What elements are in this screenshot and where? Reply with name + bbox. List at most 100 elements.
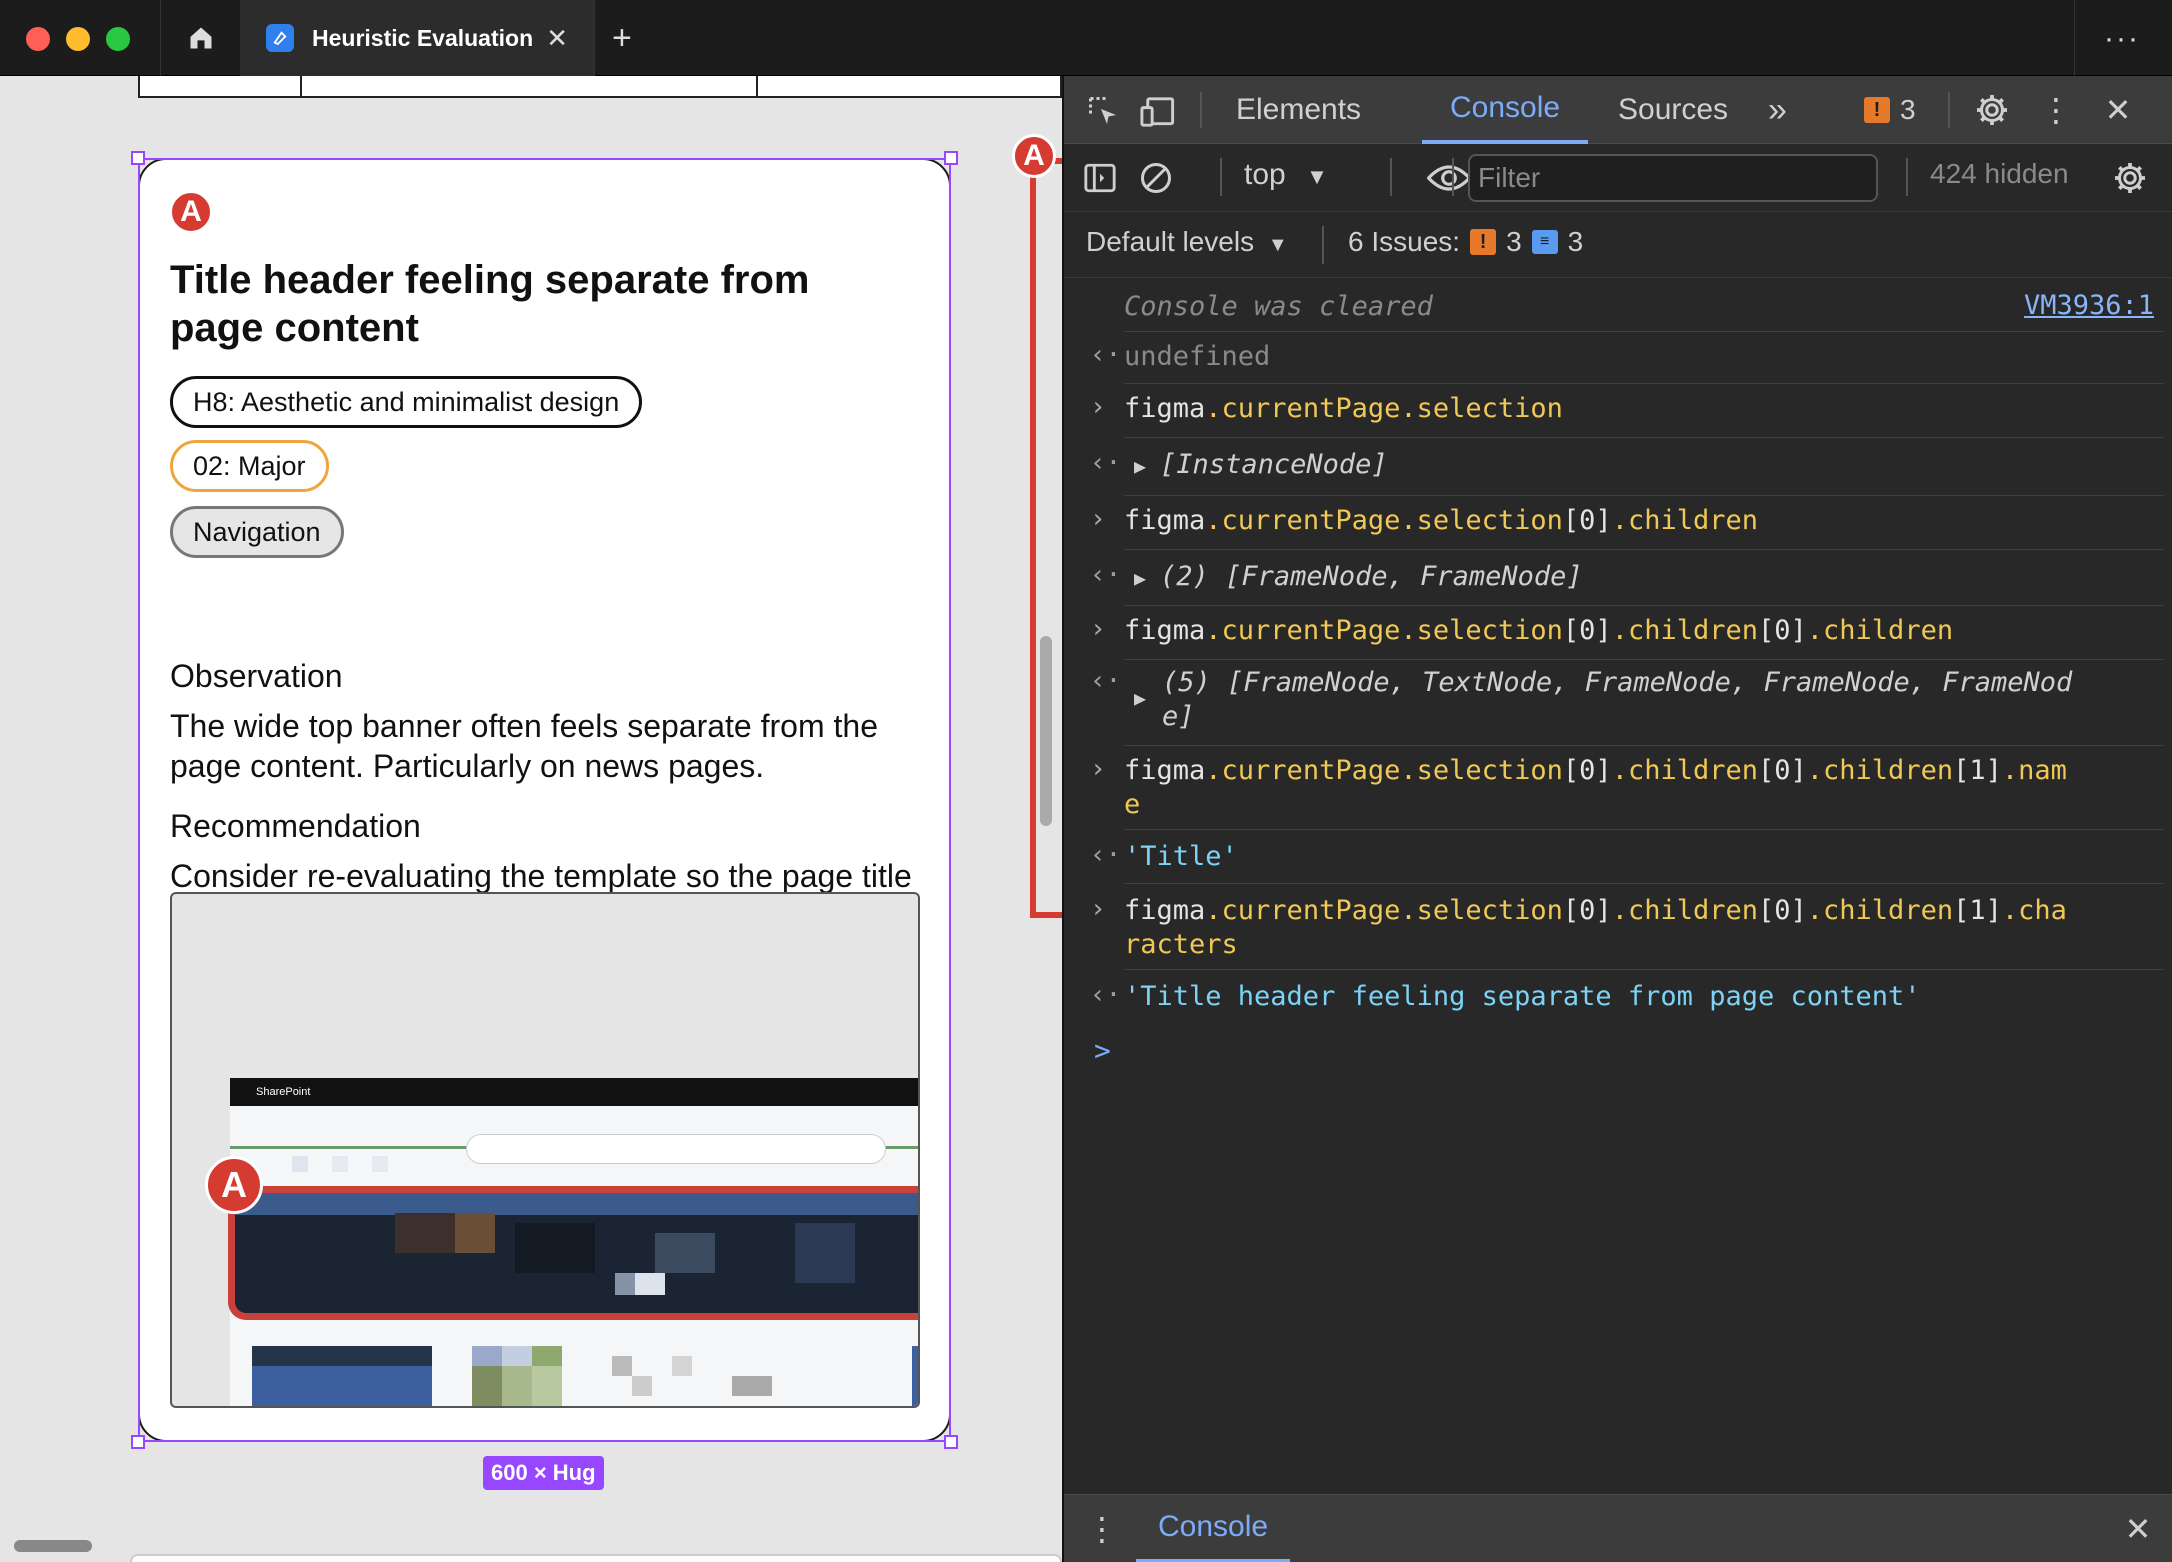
code-token: .children	[1806, 895, 1954, 926]
filter-placeholder: Filter	[1478, 162, 1541, 193]
result-object[interactable]: ▶ (2) [FrameNode, FrameNode]	[1124, 550, 2164, 595]
tab-heuristic-evaluation[interactable]: Heuristic Evaluation ✕	[240, 0, 594, 76]
pixel-block	[472, 1366, 502, 1406]
issue-marker-badge[interactable]: A	[1012, 134, 1056, 178]
issue-badge: A	[169, 190, 213, 234]
pixel-block	[252, 1346, 432, 1366]
divider	[1452, 158, 1454, 196]
command-text-wrap: e	[1124, 789, 1141, 820]
divider	[2074, 0, 2075, 76]
divider	[1948, 92, 1950, 128]
pixel-block	[472, 1346, 502, 1366]
result-arrow-icon: ‹·	[1090, 448, 1122, 478]
issues-counter[interactable]: ! 3	[1864, 94, 1916, 126]
home-button[interactable]	[162, 0, 240, 76]
horizontal-scrollbar[interactable]	[14, 1540, 92, 1552]
code-token: [0]	[1758, 615, 1807, 646]
pixel-block	[502, 1346, 532, 1366]
code-token: [0]	[1758, 755, 1807, 786]
console-command: › figma.currentPage.selection[0].childre…	[1090, 746, 2164, 830]
size-label: 600 × Hug	[483, 1456, 604, 1490]
close-devtools-icon[interactable]: ✕	[2098, 90, 2138, 130]
settings-gear-icon[interactable]	[1972, 90, 2012, 130]
console-prompt[interactable]: >	[1094, 1034, 1111, 1067]
drawer-tab-console[interactable]: Console	[1136, 1495, 1291, 1562]
heuristic-tag: H8: Aesthetic and minimalist design	[170, 376, 643, 428]
close-tab-icon[interactable]: ✕	[546, 23, 568, 54]
code-token: .children	[1611, 505, 1758, 536]
vertical-scrollbar[interactable]	[1040, 636, 1052, 826]
code-token: .children	[1611, 895, 1758, 926]
code-token: [1]	[1953, 895, 2002, 926]
console-cleared-text: Console was cleared	[1124, 291, 1433, 322]
console-result: ‹· 'Title header feeling separate from p…	[1090, 970, 2164, 1026]
command-chevron-icon: ›	[1090, 894, 1106, 924]
close-drawer-icon[interactable]: ✕	[2118, 1509, 2158, 1549]
divider	[756, 76, 758, 98]
pixel-block	[532, 1366, 562, 1406]
sidebar-toggle-icon[interactable]	[1080, 158, 1120, 198]
result-text: 'Title header feeling separate from page…	[1124, 981, 1921, 1012]
device-toolbar-icon[interactable]	[1136, 92, 1180, 132]
tab-sources[interactable]: Sources	[1604, 76, 1742, 144]
console-result[interactable]: ‹· ▶ [InstanceNode]	[1090, 438, 2164, 496]
command-chevron-icon: ›	[1090, 614, 1106, 644]
divider	[300, 76, 302, 98]
result-text: (2) [FrameNode, FrameNode]	[1160, 561, 1583, 592]
close-window-button[interactable]	[26, 27, 50, 51]
resize-handle[interactable]	[131, 1435, 145, 1449]
dropdown-arrow-icon: ▼	[1306, 164, 1328, 189]
code-token: figma	[1124, 615, 1206, 646]
divider	[1220, 158, 1222, 196]
new-tab-button[interactable]: +	[612, 18, 632, 58]
resize-handle[interactable]	[131, 151, 145, 165]
command-text: figma.currentPage.selection[0].children[…	[1124, 606, 2164, 648]
resize-handle[interactable]	[944, 151, 958, 165]
command-text: figma.currentPage.selection[0].children	[1124, 496, 2164, 538]
zoom-window-button[interactable]	[106, 27, 130, 51]
tab-elements[interactable]: Elements	[1222, 76, 1375, 144]
card-title: Title header feeling separate from page …	[170, 258, 810, 350]
resize-handle[interactable]	[944, 1435, 958, 1449]
console-toolbar: top ▼ Filter 424 hidden	[1064, 144, 2172, 212]
expand-triangle-icon[interactable]: ▶	[1134, 454, 1146, 478]
console-settings-gear-icon[interactable]	[2110, 158, 2150, 198]
more-menu-icon[interactable]: ···	[2104, 22, 2140, 56]
console-output[interactable]: Console was cleared VM3936:1 ‹· undefine…	[1064, 278, 2172, 1488]
tab-console[interactable]: Console	[1422, 76, 1589, 144]
code-token: [0]	[1562, 615, 1612, 646]
result-arrow-icon: ‹·	[1090, 666, 1122, 696]
console-levels-bar: Default levels ▼ 6 Issues: ! 3 ≡ 3	[1064, 212, 2172, 278]
code-token: .children	[1806, 755, 1954, 786]
context-selector[interactable]: top ▼	[1244, 158, 1328, 192]
browser-tab-bar: Heuristic Evaluation ✕ + ···	[0, 0, 2172, 76]
expand-triangle-icon[interactable]: ▶	[1134, 566, 1146, 590]
result-object[interactable]: ▶ [InstanceNode]	[1124, 438, 2164, 483]
log-levels-dropdown[interactable]: Default levels ▼	[1086, 226, 1288, 258]
minimize-window-button[interactable]	[66, 27, 90, 51]
result-arrow-icon: ‹·	[1090, 980, 1122, 1010]
code-token: .currentPage.selection	[1205, 505, 1563, 536]
console-result[interactable]: ‹· ▶ (2) [FrameNode, FrameNode]	[1090, 550, 2164, 606]
source-link[interactable]: VM3936:1	[2024, 290, 2154, 321]
drawer-menu-icon[interactable]: ⋮	[1086, 1509, 1118, 1549]
filter-input[interactable]: Filter	[1468, 154, 1878, 202]
pixel-block	[395, 1213, 455, 1253]
dropdown-arrow-icon: ▼	[1267, 234, 1288, 256]
sharepoint-app-name: SharePoint	[256, 1086, 311, 1098]
result-text: 'Title'	[1124, 841, 1238, 872]
clear-console-icon[interactable]	[1136, 158, 1176, 198]
more-options-icon[interactable]: ⋮	[2040, 90, 2072, 130]
code-token: figma	[1124, 393, 1206, 424]
design-canvas[interactable]: A Title header feeling separate from pag…	[0, 76, 1062, 1562]
sharepoint-header: SharePoint	[230, 1078, 918, 1106]
code-token: [1]	[1953, 755, 2002, 786]
expand-triangle-icon[interactable]: ▶	[1134, 686, 1146, 710]
issues-summary[interactable]: 6 Issues: ! 3 ≡ 3	[1348, 226, 1583, 258]
console-result[interactable]: ‹· ▶ (5) [FrameNode, TextNode, FrameNode…	[1090, 660, 2164, 746]
severity-tag: 02: Major	[170, 440, 329, 492]
inspect-element-icon[interactable]	[1084, 92, 1124, 132]
result-arrow-icon: ‹·	[1090, 840, 1122, 870]
pixel-block	[655, 1233, 715, 1273]
more-tabs-icon[interactable]: »	[1768, 76, 1787, 144]
